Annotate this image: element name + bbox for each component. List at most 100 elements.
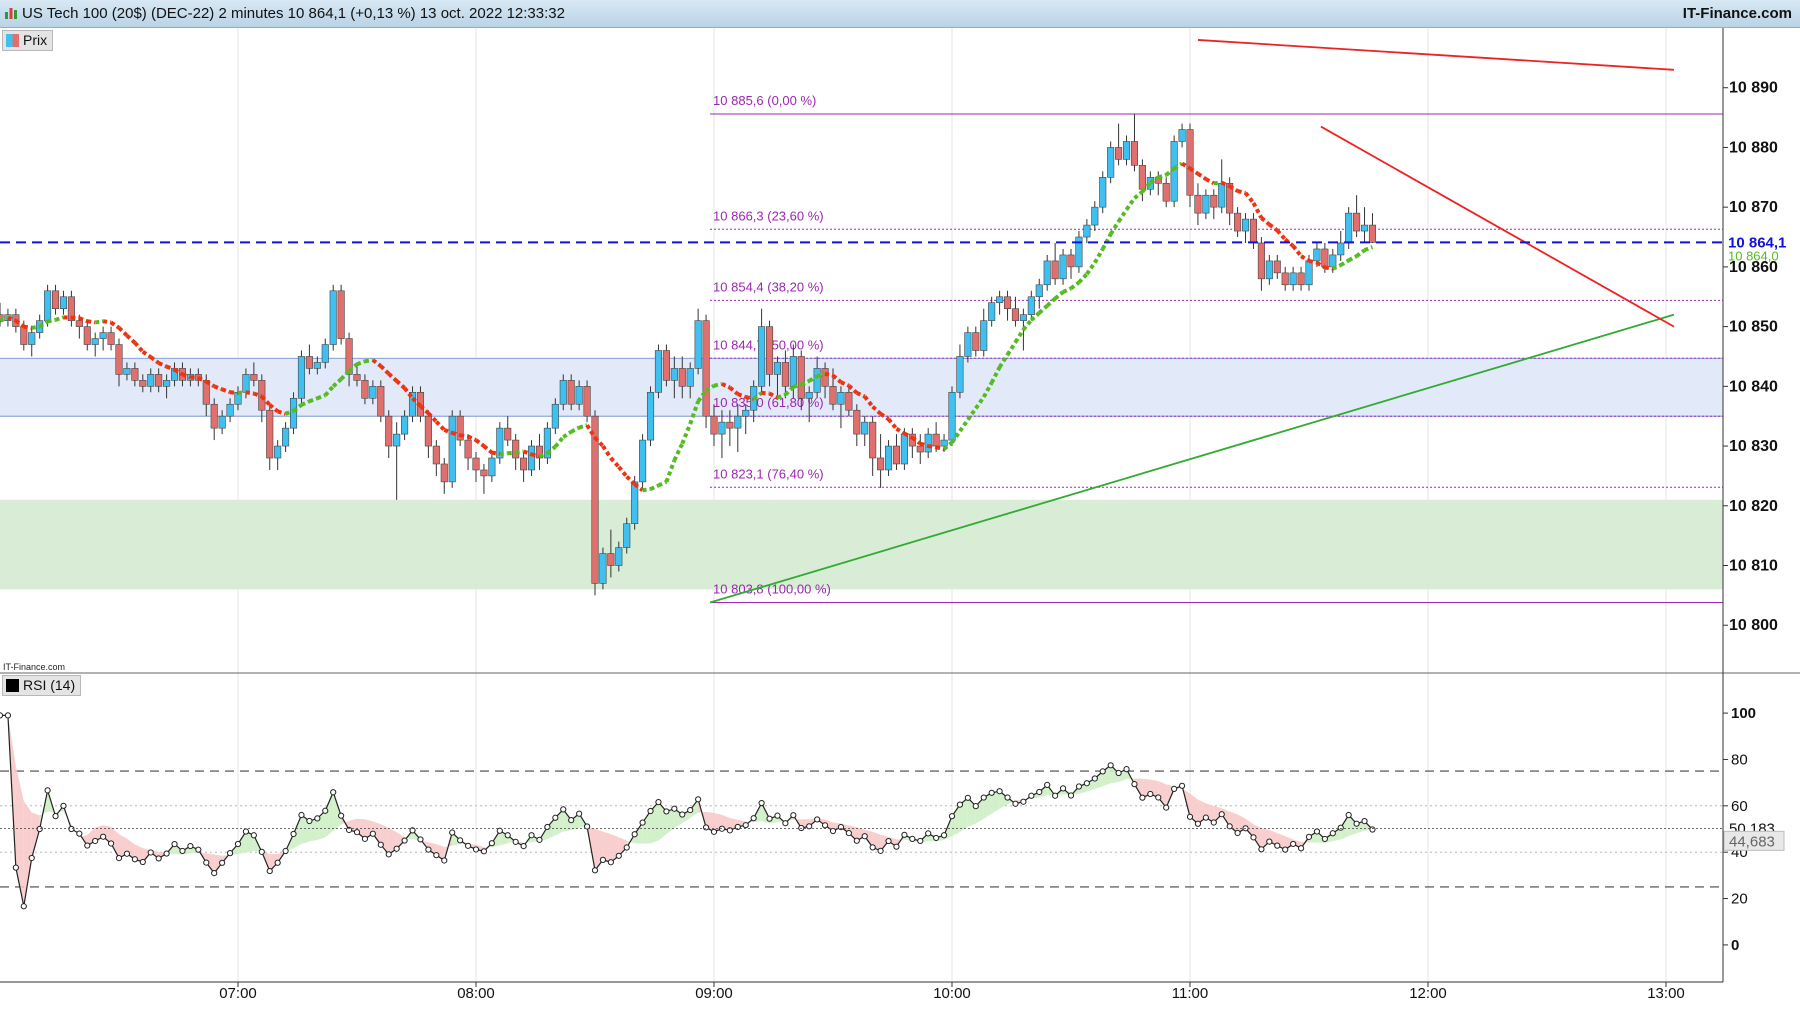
rsi-point [972, 803, 979, 810]
rsi-point [107, 840, 115, 847]
rsi-point [139, 858, 146, 866]
rsi-point [1091, 775, 1098, 782]
rsi-point [1274, 842, 1281, 849]
candle-bull [615, 547, 623, 566]
candle-bull [163, 380, 171, 387]
rsi-point [576, 810, 583, 817]
price-legend[interactable]: Prix [2, 30, 54, 51]
price-tick-label: 10 860 [1729, 259, 1778, 276]
candle-bull [718, 421, 726, 435]
candle-bull [623, 523, 631, 548]
time-tick-label: 10:00 [933, 985, 971, 1002]
rsi-point [266, 867, 273, 875]
rsi-point [1226, 823, 1233, 830]
rsi-point [242, 828, 250, 835]
candle-bear [115, 344, 123, 375]
rsi-legend[interactable]: RSI (14) [2, 675, 82, 696]
rsi-tick-label: 60 [1731, 798, 1748, 815]
price-tick-label: 10 810 [1729, 558, 1778, 575]
candle-bull [837, 392, 845, 405]
rsi-point [599, 856, 607, 863]
candle-bull [59, 296, 68, 309]
rsi-point [877, 847, 884, 854]
time-tick-label: 09:00 [695, 985, 733, 1002]
rsi-point [1282, 846, 1289, 853]
rsi-point [1036, 788, 1043, 796]
rsi-point [1115, 769, 1122, 777]
price-tick-label: 10 800 [1729, 617, 1778, 634]
candle-bull [1202, 194, 1210, 214]
candle-bear [869, 421, 877, 459]
rsi-point [1321, 835, 1328, 843]
candle-bull [1305, 260, 1313, 286]
price-tick-label: 10 850 [1729, 319, 1778, 336]
candle-bull [758, 326, 766, 387]
rsi-point [647, 807, 654, 815]
rsi-point [369, 830, 376, 837]
rsi-point [433, 852, 440, 859]
candle-bear [107, 332, 115, 345]
rsi-point [1099, 768, 1106, 775]
rsi-point [1234, 829, 1241, 837]
candle-bear [20, 326, 28, 345]
rsi-point [679, 811, 686, 818]
candle-bear [797, 356, 805, 399]
candle-bear [972, 332, 980, 351]
price-tick-label: 10 870 [1729, 199, 1778, 216]
price-tick-label: 10 840 [1729, 378, 1778, 395]
candle-bull [980, 320, 988, 351]
rsi-point [306, 817, 313, 825]
candle-bull [1170, 141, 1178, 202]
price-legend-label: Prix [23, 32, 48, 48]
rsi-point [1290, 840, 1297, 848]
candle-bull [1289, 272, 1297, 286]
chart-window: { "window": { "title": "US Tech 100 (20$… [0, 0, 1800, 1013]
rsi-point [1297, 845, 1305, 852]
candle-bull [123, 368, 131, 375]
candle-bull [1083, 224, 1091, 238]
rsi-point [710, 828, 718, 835]
rsi-point [274, 859, 281, 866]
rsi-point [1139, 794, 1146, 801]
rsi-point [829, 827, 837, 835]
rsi-point [472, 846, 480, 853]
candle-bull [742, 409, 750, 417]
candle-bull [274, 445, 282, 459]
rsi-point [536, 836, 543, 843]
fib-level-label: 10 866,3 (23,60 %) [713, 208, 824, 223]
candle-bear [432, 445, 440, 465]
rsi-point [441, 857, 448, 864]
rsi-point [758, 799, 765, 807]
rsi-point [1258, 846, 1265, 853]
rsi-point [917, 837, 924, 845]
rsi-point [163, 850, 170, 857]
rsi-point [1329, 830, 1336, 837]
candle-bear [520, 457, 528, 471]
candle-bear [702, 320, 710, 417]
rsi-point [385, 851, 392, 858]
rsi-point [885, 837, 892, 845]
candle-bull [313, 362, 321, 369]
fib-level-label: 10 854,4 (38,20 %) [713, 279, 824, 294]
rsi-legend-label: RSI (14) [23, 677, 76, 693]
price-tick-label: 10 820 [1729, 498, 1778, 515]
candle-bear [1321, 248, 1329, 268]
rsi-point [1353, 820, 1360, 827]
rsi-point [853, 837, 860, 844]
candle-bear [440, 463, 448, 483]
candle-bull [242, 374, 250, 393]
rsi-point [100, 833, 107, 840]
candle-bull [226, 403, 234, 417]
candle-bear [1115, 147, 1123, 160]
candle-bear [377, 386, 385, 417]
rsi-point [1059, 785, 1067, 792]
candle-bear [512, 439, 520, 459]
rsi-point [1361, 817, 1368, 825]
rsi-point [338, 812, 345, 819]
chart-canvas[interactable]: 10 885,6 (0,00 %) 10 866,3 (23,60 %) 10 85… [0, 0, 1800, 1013]
rsi-point [361, 835, 369, 842]
price-tick-label: 10 890 [1729, 80, 1778, 97]
candle-bull [1035, 284, 1043, 298]
candle-bull [924, 433, 932, 453]
candle-bull [28, 332, 36, 345]
